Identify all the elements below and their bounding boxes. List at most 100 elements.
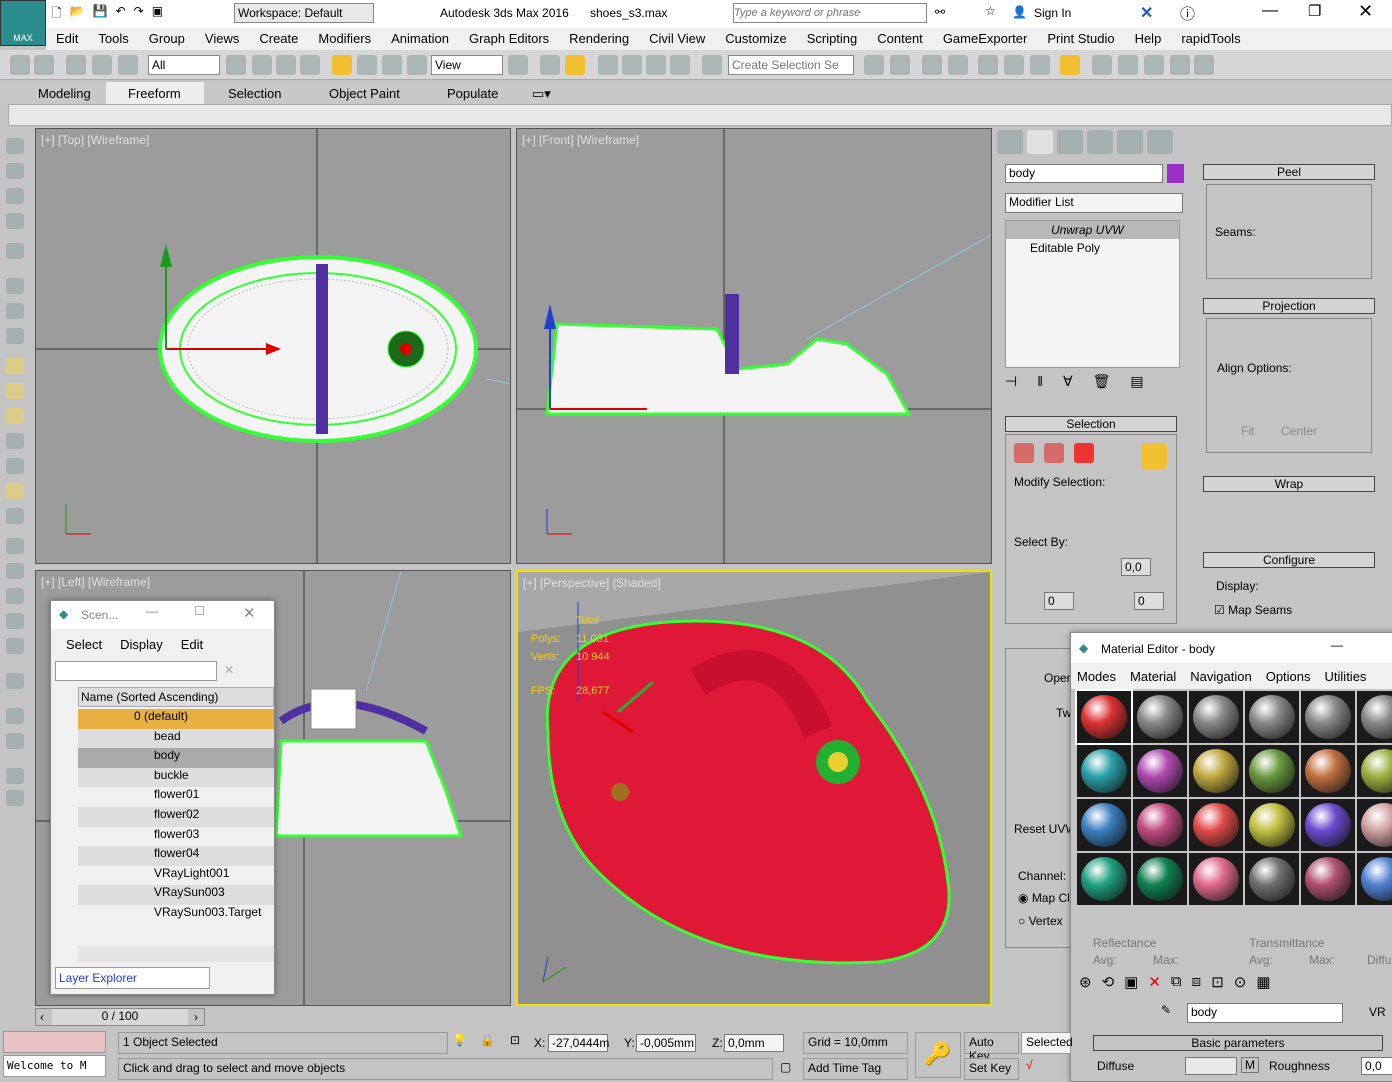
rotate-icon[interactable] bbox=[357, 55, 377, 75]
put-to-scene-icon[interactable]: ⟲ bbox=[1102, 973, 1115, 995]
select-object-icon[interactable] bbox=[226, 55, 246, 75]
rect-selection-icon[interactable] bbox=[276, 55, 296, 75]
minimize-button[interactable]: — bbox=[146, 604, 158, 618]
sample-slot[interactable] bbox=[1245, 745, 1299, 797]
viewport-label[interactable]: [+] [Left] [Wireframe] bbox=[41, 575, 150, 589]
menu-civil-view[interactable]: Civil View bbox=[639, 28, 715, 50]
tree-row[interactable]: flower03 bbox=[78, 827, 274, 847]
menu-modifiers[interactable]: Modifiers bbox=[308, 28, 381, 50]
sample-slot[interactable] bbox=[1189, 799, 1243, 851]
z-coordinate-field[interactable]: 0,0mm bbox=[724, 1034, 784, 1052]
menu-customize[interactable]: Customize bbox=[715, 28, 796, 50]
tool-icon[interactable] bbox=[6, 213, 24, 229]
center-button[interactable]: Center bbox=[1281, 424, 1317, 438]
tool-icon[interactable] bbox=[6, 188, 24, 204]
sample-slot[interactable] bbox=[1133, 691, 1187, 743]
menu-rapidtools[interactable]: rapidTools bbox=[1171, 28, 1250, 50]
menu-utilities[interactable]: Utilities bbox=[1325, 669, 1367, 684]
select-by-value[interactable]: 0 bbox=[1134, 592, 1164, 610]
reset-uvw-button[interactable]: Reset UVW bbox=[1014, 822, 1077, 836]
tool-icon[interactable] bbox=[6, 613, 24, 629]
configure-sets-icon[interactable]: ▤ bbox=[1130, 373, 1143, 390]
tree-row[interactable]: bead bbox=[78, 728, 274, 749]
scene-explorer-icon[interactable] bbox=[948, 55, 968, 75]
maximize-button[interactable]: ❐ bbox=[1308, 2, 1321, 20]
menu-navigation[interactable]: Navigation bbox=[1190, 669, 1251, 684]
assign-material-icon[interactable]: ▣ bbox=[1124, 973, 1138, 995]
ribbon-icon[interactable] bbox=[978, 55, 998, 75]
roughness-field[interactable]: 0,0 bbox=[1361, 1057, 1392, 1075]
maxscript-input[interactable]: Welcome to M bbox=[3, 1055, 106, 1077]
make-unique-icon[interactable]: ∀ bbox=[1063, 373, 1073, 390]
object-name-field[interactable]: body bbox=[1005, 164, 1163, 183]
sample-slot[interactable] bbox=[1189, 691, 1243, 743]
viewport-label[interactable]: [+] [Front] [Wireframe] bbox=[522, 133, 639, 147]
show-end-result-icon[interactable]: ‖ bbox=[1037, 373, 1043, 390]
sample-slot[interactable] bbox=[1245, 853, 1299, 905]
maximize-button[interactable]: ☐ bbox=[194, 604, 205, 618]
render-icon[interactable] bbox=[1144, 55, 1164, 75]
viewport-label[interactable]: [+] [Top] [Wireframe] bbox=[41, 133, 149, 147]
render-setup-icon[interactable] bbox=[1092, 55, 1112, 75]
tool-icon[interactable] bbox=[6, 508, 24, 524]
reset-icon[interactable]: ✕ bbox=[1148, 973, 1161, 995]
rendered-frame-icon[interactable] bbox=[1118, 55, 1138, 75]
hierarchy-tab-icon[interactable] bbox=[1057, 130, 1083, 154]
make-unique-icon[interactable]: ⧈ bbox=[1192, 973, 1202, 995]
help-icon[interactable]: ⓘ bbox=[1180, 3, 1195, 24]
material-type-button[interactable]: VR bbox=[1369, 1005, 1386, 1019]
tool-icon[interactable] bbox=[6, 733, 24, 749]
absolute-mode-icon[interactable]: ⊡ bbox=[510, 1033, 520, 1047]
explorer-type-dropdown[interactable]: Layer Explorer bbox=[55, 967, 210, 989]
tool-icon[interactable] bbox=[6, 243, 24, 259]
a360-icon[interactable] bbox=[1194, 55, 1214, 75]
basic-parameters-header[interactable]: Basic parameters bbox=[1093, 1035, 1383, 1051]
menu-gameexporter[interactable]: GameExporter bbox=[933, 28, 1038, 50]
select-by-value[interactable]: 0,0 bbox=[1121, 558, 1151, 576]
placement-icon[interactable] bbox=[407, 55, 427, 75]
eyedropper-icon[interactable]: ✎ bbox=[1161, 1003, 1171, 1017]
sample-slot[interactable] bbox=[1077, 745, 1131, 797]
add-time-tag-button[interactable]: Add Time Tag bbox=[803, 1058, 908, 1080]
column-header[interactable]: Name (Sorted Ascending) bbox=[78, 687, 274, 707]
copy-material-icon[interactable]: ⧉ bbox=[1171, 973, 1182, 995]
clear-search-icon[interactable]: ✕ bbox=[224, 663, 234, 677]
menu-edit[interactable]: Edit bbox=[46, 28, 88, 50]
star-icon[interactable]: ☆ bbox=[985, 4, 996, 18]
scale-icon[interactable] bbox=[382, 55, 402, 75]
auto-key-button[interactable]: Auto Key bbox=[964, 1032, 1019, 1063]
window-crossing-icon[interactable] bbox=[300, 55, 320, 75]
minimize-button[interactable]: — bbox=[1262, 2, 1278, 20]
menu-create[interactable]: Create bbox=[249, 28, 308, 50]
tool-icon[interactable] bbox=[6, 483, 24, 499]
ribbon-options-icon[interactable]: ▭▾ bbox=[532, 86, 551, 102]
open-editor-button[interactable]: Oper bbox=[1044, 671, 1071, 685]
sample-slot[interactable] bbox=[1301, 799, 1355, 851]
menu-group[interactable]: Group bbox=[139, 28, 195, 50]
redo-icon[interactable]: ↷ bbox=[134, 4, 144, 24]
sample-slot[interactable] bbox=[1301, 853, 1355, 905]
menu-graph-editors[interactable]: Graph Editors bbox=[459, 28, 559, 50]
pin-stack-icon[interactable]: ⊣ bbox=[1005, 373, 1017, 390]
modify-tab-icon[interactable] bbox=[1027, 130, 1053, 154]
select-by-name-icon[interactable] bbox=[252, 55, 272, 75]
motion-tab-icon[interactable] bbox=[1087, 130, 1113, 154]
menu-select[interactable]: Select bbox=[66, 637, 102, 652]
sample-slot[interactable] bbox=[1245, 799, 1299, 851]
viewport-front[interactable]: [+] [Front] [Wireframe] bbox=[516, 128, 992, 564]
tool-icon[interactable] bbox=[6, 328, 24, 344]
utilities-tab-icon[interactable] bbox=[1147, 130, 1173, 154]
tool-icon[interactable] bbox=[6, 673, 24, 689]
viewport-perspective[interactable]: [+] [Perspective] [Shaded] Total Polys: 1… bbox=[516, 570, 992, 1006]
sample-slot[interactable] bbox=[1077, 853, 1131, 905]
tool-icon[interactable] bbox=[6, 588, 24, 604]
workspace-dropdown[interactable]: Workspace: Default bbox=[234, 3, 374, 23]
pivot-icon[interactable] bbox=[508, 55, 528, 75]
set-key-mode-icon[interactable]: 🔑 bbox=[915, 1032, 961, 1078]
sample-slot[interactable] bbox=[1357, 691, 1392, 743]
exchange-icon[interactable]: ✕ bbox=[1140, 3, 1153, 23]
polygon-mode-icon[interactable] bbox=[1074, 443, 1094, 463]
app-logo[interactable]: MAX bbox=[0, 0, 46, 46]
material-editor-icon[interactable] bbox=[1060, 55, 1080, 75]
help-icon[interactable] bbox=[6, 790, 24, 806]
